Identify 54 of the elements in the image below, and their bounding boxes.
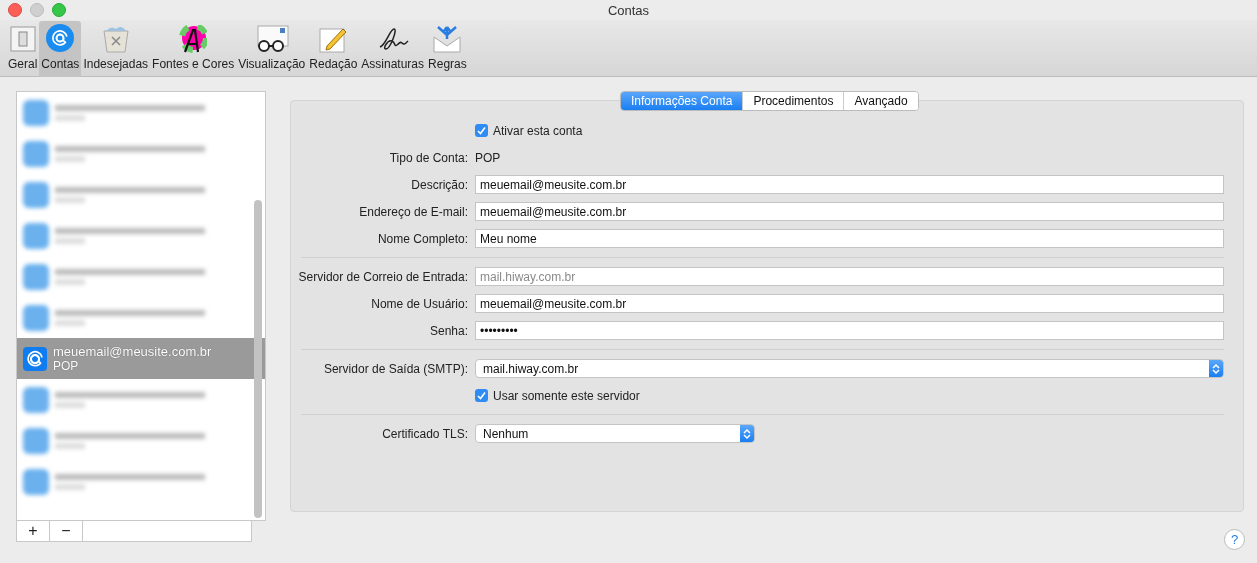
- toolbar-item[interactable]: Fontes e Cores: [150, 21, 237, 77]
- trash-can-icon: [100, 25, 131, 53]
- input-field[interactable]: meuemail@meusite.com.br: [475, 202, 1224, 221]
- field-value: POP: [475, 150, 502, 165]
- switch-icon: [8, 25, 37, 53]
- blurred-account-icon: [23, 427, 49, 454]
- field-label: Nome Completo:: [376, 231, 468, 246]
- toolbar-item[interactable]: Visualização: [236, 21, 308, 77]
- field-label: Senha:: [428, 323, 468, 338]
- scrollbar-thumb[interactable]: [254, 200, 262, 518]
- blurred-account-icon: [23, 99, 49, 126]
- toolbar-item[interactable]: Redação: [307, 21, 360, 77]
- field-label: Nome de Usuário:: [370, 296, 468, 311]
- minimize-button[interactable]: [30, 3, 44, 17]
- toolbar-item[interactable]: Assinaturas: [359, 21, 427, 77]
- popup-button[interactable]: mail.hiway.com.br: [475, 359, 1224, 378]
- blurred-account-icon: [23, 304, 49, 331]
- blurred-account-icon: [23, 468, 49, 495]
- field-label: Certificado TLS:: [381, 426, 468, 441]
- field-label: Endereço de E-mail:: [358, 204, 468, 219]
- input-field[interactable]: •••••••••: [475, 321, 1224, 340]
- field-label: Descrição:: [410, 177, 468, 192]
- input-field[interactable]: meuemail@meusite.com.br: [475, 294, 1224, 313]
- window-title: Contas: [607, 2, 650, 18]
- field-label: Servidor de Correio de Entrada:: [297, 269, 468, 284]
- account-type: POP: [53, 358, 80, 373]
- popup-button[interactable]: Nenhum: [475, 424, 755, 443]
- field-label: Tipo de Conta:: [388, 150, 468, 165]
- at-sign-icon: [45, 23, 76, 53]
- toolbar-item[interactable]: Regras: [426, 21, 469, 77]
- account-email: meuemail@meusite.com.br: [53, 344, 212, 359]
- blurred-account-icon: [23, 222, 49, 249]
- input-field[interactable]: Meu nome: [475, 229, 1224, 248]
- stepper-arrows-icon: [1212, 362, 1220, 375]
- help-button[interactable]: ?: [1224, 529, 1245, 550]
- envelope-arrows-icon: [432, 23, 463, 53]
- pencil-icon: [318, 25, 349, 53]
- checkbox[interactable]: [475, 389, 488, 402]
- toolbar-item[interactable]: Contas: [39, 21, 82, 77]
- font-color-icon: [179, 25, 208, 53]
- checkbox[interactable]: [475, 124, 488, 137]
- close-button[interactable]: [8, 3, 22, 17]
- blurred-account-icon: [23, 140, 49, 167]
- toolbar-item[interactable]: Geral: [6, 21, 40, 77]
- stepper-arrows-icon: [743, 427, 751, 440]
- zoom-button[interactable]: [52, 3, 66, 17]
- blurred-account-icon: [23, 181, 49, 208]
- blurred-account-icon: [23, 263, 49, 290]
- field-label: Servidor de Saída (SMTP):: [322, 361, 468, 376]
- toolbar-item[interactable]: Indesejadas: [81, 21, 151, 77]
- checkbox-label: Ativar esta conta: [493, 123, 583, 138]
- input-field[interactable]: meuemail@meusite.com.br: [475, 175, 1224, 194]
- checkbox-label: Usar somente este servidor: [493, 388, 640, 403]
- blurred-account-icon: [23, 386, 49, 413]
